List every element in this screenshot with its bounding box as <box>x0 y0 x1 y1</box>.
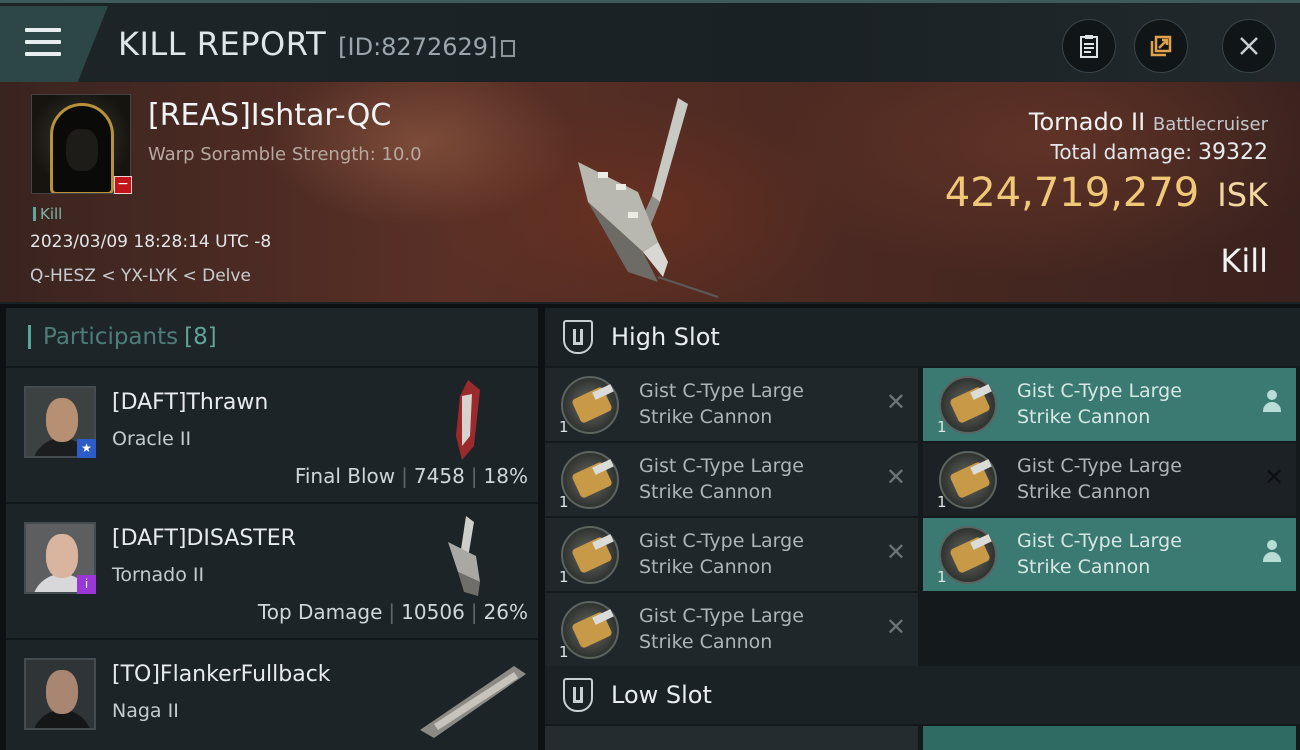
participant-name[interactable]: [TO]FlankerFullback <box>112 662 331 687</box>
title-group: KILL REPORT [ID:8272629] <box>118 25 516 63</box>
cannon-icon <box>561 376 619 434</box>
participant-stats: Final Blow | 7458 | 18% <box>294 464 528 488</box>
participant-ship: Oracle II <box>112 428 192 450</box>
cannon-icon <box>939 451 997 509</box>
module-item[interactable]: 1 Gist C-Type Large Strike Cannon ✕ <box>545 593 918 666</box>
clipboard-icon <box>1080 35 1098 58</box>
close-icon <box>1240 37 1258 55</box>
menu-button[interactable] <box>0 6 108 82</box>
cannon-icon <box>561 601 619 659</box>
low-slot-module-partial[interactable] <box>923 726 1296 750</box>
victim-banner: − Kill [REAS]Ishtar-QC Warp Soramble Str… <box>0 82 1300 304</box>
participant-stats: Top Damage | 10506 | 26% <box>257 600 528 624</box>
cannon-icon <box>939 526 997 584</box>
participant-ship-image <box>448 516 480 596</box>
destroyed-x-icon: ✕ <box>885 613 906 641</box>
close-button[interactable] <box>1222 19 1276 73</box>
cannon-icon <box>561 526 619 584</box>
cannon-icon <box>939 376 997 434</box>
destroyed-x-icon: ✕ <box>885 388 906 416</box>
top-bar: KILL REPORT [ID:8272629] <box>0 0 1300 82</box>
victim-ship: Tornado II Battlecruiser <box>1028 108 1268 136</box>
participant-name[interactable]: [DAFT]DISASTER <box>112 526 296 551</box>
participants-header: Participants [8] <box>6 308 538 366</box>
victim-ship-image <box>578 98 719 298</box>
kill-tag: Kill <box>33 205 62 223</box>
share-icon <box>1150 35 1172 57</box>
destroyed-x-icon: ✕ <box>1263 463 1284 491</box>
participant-row[interactable]: [TO]FlankerFullback Naga II <box>6 638 538 750</box>
user-icon <box>1262 390 1282 414</box>
low-slot-module-partial[interactable] <box>545 726 918 750</box>
standing-minus-icon: − <box>114 176 132 194</box>
low-slot-icon <box>563 678 593 712</box>
module-item[interactable]: 1 Gist C-Type Large Strike Cannon <box>923 368 1296 441</box>
clipboard-button[interactable] <box>1062 19 1116 73</box>
participant-ship-image <box>456 380 480 460</box>
star-icon: ★ <box>77 439 96 458</box>
module-item[interactable]: 1 Gist C-Type Large Strike Cannon ✕ <box>545 368 918 441</box>
high-slot-header: High Slot <box>545 308 1300 366</box>
participants-panel: Participants [8] ★ [DAFT]Thrawn Oracle I… <box>6 308 538 750</box>
hamburger-icon <box>25 28 61 64</box>
module-item[interactable]: 1 Gist C-Type Large Strike Cannon <box>923 518 1296 591</box>
victim-name[interactable]: [REAS]Ishtar-QC <box>148 98 391 133</box>
kill-timestamp: 2023/03/09 18:28:14 UTC -8 <box>30 232 272 252</box>
module-item[interactable]: 1 Gist C-Type Large Strike Cannon ✕ <box>545 518 918 591</box>
high-slot-icon <box>563 320 593 354</box>
participant-row[interactable]: ⅰ [DAFT]DISASTER Tornado II Top Damage | 1… <box>6 502 538 638</box>
report-id: [ID:8272629] <box>338 33 498 61</box>
fitting-panel: High Slot 1 Gist C-Type Large Strike Can… <box>545 308 1300 750</box>
copy-icon[interactable] <box>501 40 516 57</box>
destroyed-x-icon: ✕ <box>885 463 906 491</box>
scramble-strength: Warp Soramble Strength: 10.0 <box>148 144 422 165</box>
result-label: Kill <box>1220 242 1268 280</box>
participant-name[interactable]: [DAFT]Thrawn <box>112 390 268 415</box>
participant-row[interactable]: ★ [DAFT]Thrawn Oracle II Final Blow | 7458… <box>6 366 538 502</box>
participant-ship: Naga II <box>112 700 179 722</box>
page-title: KILL REPORT <box>118 25 327 63</box>
participant-ship: Tornado II <box>112 564 205 586</box>
cannon-icon <box>561 451 619 509</box>
module-item[interactable]: 1 Gist C-Type Large Strike Cannon ✕ <box>923 443 1296 516</box>
total-damage: Total damage: 39322 <box>1050 140 1269 165</box>
avatar[interactable] <box>24 658 96 730</box>
share-button[interactable] <box>1134 19 1188 73</box>
module-item[interactable]: 1 Gist C-Type Large Strike Cannon ✕ <box>545 443 918 516</box>
low-slot-header: Low Slot <box>545 666 1300 724</box>
destroyed-x-icon: ✕ <box>885 538 906 566</box>
user-icon <box>1262 540 1282 564</box>
isk-value: 424,719,279 ISK <box>944 170 1268 216</box>
high-slot-modules: 1 Gist C-Type Large Strike Cannon ✕ 1 Gi… <box>545 366 1300 666</box>
bolt-icon: ⅰ <box>77 575 96 594</box>
participant-ship-image <box>420 666 526 738</box>
kill-location[interactable]: Q-HESZ < YX-LYK < Delve <box>30 266 251 286</box>
